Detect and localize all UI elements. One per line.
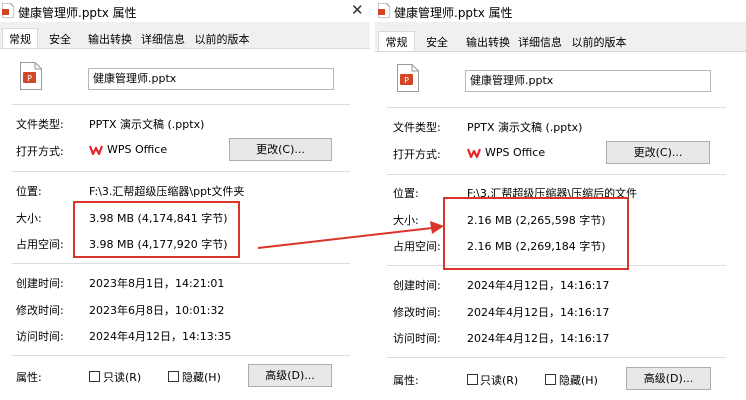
pptx-file-icon [2,3,14,18]
location-label: 位置: [393,187,419,200]
file-type-value: PPTX 演示文稿 (.pptx) [467,121,583,134]
file-type-value: PPTX 演示文稿 (.pptx) [89,118,205,131]
size-label: 大小: [393,214,419,227]
created-value: 2024年4月12日，14:16:17 [467,279,610,292]
window-title: 健康管理师.pptx 属性 [18,6,137,20]
change-button[interactable]: 更改(C)... [229,138,332,161]
modified-label: 修改时间: [16,304,64,317]
attributes-label: 属性: [16,371,42,384]
divider [387,107,726,108]
readonly-checkbox[interactable] [467,374,478,385]
accessed-value: 2024年4月12日，14:13:35 [89,330,232,343]
location-value: F:\3.汇帮超级压缩器\ppt文件夹 [89,185,245,198]
open-with-value: WPS Office [107,143,168,156]
tab-output-convert[interactable]: 输出转换 [84,31,136,49]
file-type-label: 文件类型: [16,118,64,131]
open-with-value: WPS Office [485,146,546,159]
size-on-disk-label: 占用空间: [16,238,64,251]
readonly-checkbox[interactable] [89,371,100,382]
accessed-label: 访问时间: [393,332,441,345]
divider [12,263,350,264]
tab-security[interactable]: 安全 [419,34,455,52]
file-name-field[interactable]: 健康管理师.pptx [88,68,334,90]
tab-previous-versions[interactable]: 以前的版本 [190,31,254,49]
accessed-value: 2024年4月12日，14:16:17 [467,332,610,345]
tab-general[interactable]: 常规 [378,31,415,52]
accessed-label: 访问时间: [16,330,64,343]
hidden-label[interactable]: 隐藏(H) [559,372,598,388]
advanced-button[interactable]: 高级(D)... [626,367,711,390]
location-label: 位置: [16,185,42,198]
tab-previous-versions[interactable]: 以前的版本 [567,34,631,52]
created-label: 创建时间: [16,277,64,290]
wps-office-icon [89,145,103,156]
created-value: 2023年8月1日，14:21:01 [89,277,225,290]
tab-bar: 常规 安全 输出转换 详细信息 以前的版本 [0,28,370,49]
hidden-label[interactable]: 隐藏(H) [182,369,221,385]
general-panel: P 健康管理师.pptx 文件类型: PPTX 演示文稿 (.pptx) 打开方… [0,48,370,400]
pptx-file-icon: P [397,64,419,92]
tab-bar: 常规 安全 输出转换 详细信息 以前的版本 [375,31,746,52]
svg-text:P: P [27,74,32,83]
tab-output-convert[interactable]: 输出转换 [462,34,514,52]
tab-details[interactable]: 详细信息 [140,31,186,49]
readonly-label[interactable]: 只读(R) [103,369,141,385]
svg-text:P: P [404,76,409,85]
wps-office-icon [467,148,481,159]
modified-value: 2023年6月8日，10:01:32 [89,304,225,317]
size-label: 大小: [16,212,42,225]
change-button[interactable]: 更改(C)... [606,141,710,164]
general-panel: P 健康管理师.pptx 文件类型: PPTX 演示文稿 (.pptx) 打开方… [375,51,746,400]
pptx-file-icon: P [20,62,42,90]
open-with-label: 打开方式: [393,148,441,161]
window-title: 健康管理师.pptx 属性 [394,6,513,20]
divider [387,357,726,358]
size-highlight-box [443,197,629,270]
hidden-checkbox[interactable] [545,374,556,385]
tab-details[interactable]: 详细信息 [517,34,563,52]
advanced-button[interactable]: 高级(D)... [248,364,332,387]
modified-label: 修改时间: [393,306,441,319]
hidden-checkbox[interactable] [168,371,179,382]
divider [12,171,350,172]
close-icon[interactable]: ✕ [351,1,364,19]
title-bar: 健康管理师.pptx 属性 ✕ [0,0,370,22]
tab-security[interactable]: 安全 [42,31,78,49]
tab-general[interactable]: 常规 [2,28,38,49]
file-name-field[interactable]: 健康管理师.pptx [465,70,711,92]
right-properties-dialog: 健康管理师.pptx 属性 常规 安全 输出转换 详细信息 以前的版本 P 健康… [375,0,746,400]
open-with-label: 打开方式: [16,145,64,158]
attributes-label: 属性: [393,374,419,387]
readonly-label[interactable]: 只读(R) [480,372,518,388]
divider [12,355,350,356]
left-properties-dialog: 健康管理师.pptx 属性 ✕ 常规 安全 输出转换 详细信息 以前的版本 P … [0,0,370,400]
divider [387,174,726,175]
size-on-disk-label: 占用空间: [393,240,441,253]
file-type-label: 文件类型: [393,121,441,134]
divider [12,104,350,105]
title-bar: 健康管理师.pptx 属性 [375,0,746,22]
pptx-file-icon [378,3,390,18]
modified-value: 2024年4月12日，14:16:17 [467,306,610,319]
created-label: 创建时间: [393,279,441,292]
size-highlight-box [73,201,240,258]
